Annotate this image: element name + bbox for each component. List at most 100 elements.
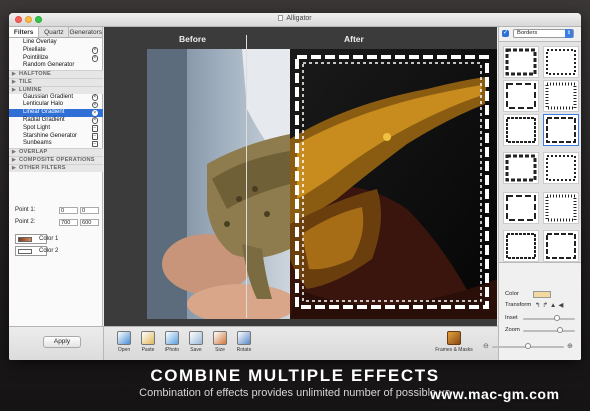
open-icon <box>117 331 131 345</box>
filter-category[interactable]: ▶ TILE <box>9 77 103 86</box>
document-icon <box>278 15 284 21</box>
filter-category[interactable]: ▶ COMPOSITE OPERATIONS <box>9 155 103 164</box>
filter-category[interactable]: ▶ LUMINE <box>9 85 103 94</box>
canvas-zoom-knob[interactable] <box>525 343 531 349</box>
border-style-select-value: Borders <box>517 30 538 36</box>
border-thumbnail[interactable] <box>503 114 539 146</box>
before-after-photo <box>147 49 497 319</box>
x-circle-icon[interactable]: × <box>91 117 98 124</box>
border-pattern-icon <box>506 195 536 221</box>
minus-box-icon[interactable]: − <box>91 140 98 148</box>
border-thumbnail[interactable] <box>543 80 579 112</box>
filter-list-item[interactable]: Pointillize × <box>9 55 103 63</box>
tab-quartz[interactable]: Quartz <box>39 27 70 37</box>
toolbar-rotate-button[interactable]: Rotate <box>233 331 255 353</box>
x-circle-icon[interactable]: × <box>91 55 98 62</box>
zoom-slider[interactable] <box>523 327 575 333</box>
filter-list: Line Overlay Pixellate × Pointillize × Random… <box>9 39 103 199</box>
filter-list-item[interactable]: Random Generator <box>9 62 103 70</box>
toolbar-iphoto-button[interactable]: iPhoto <box>161 331 183 353</box>
filter-item-label: Gaussian Gradient <box>23 93 74 100</box>
filter-list-item[interactable]: Lenticular Halo × <box>9 101 103 109</box>
border-thumbnail[interactable] <box>503 80 539 112</box>
zoom-slider-knob[interactable] <box>557 327 564 333</box>
border-thumbnail[interactable] <box>503 152 539 184</box>
border-thumbnail[interactable] <box>503 192 539 224</box>
border-thumbnail[interactable] <box>543 114 579 146</box>
toolbar-save-button[interactable]: Save <box>185 331 207 353</box>
filter-item-label: Random Generator <box>23 62 75 69</box>
filter-item-label: LUMINE <box>19 86 42 93</box>
toolbar-open-button[interactable]: Open <box>113 331 135 353</box>
borders-enabled-checkbox[interactable]: ✓ <box>502 30 509 37</box>
inset-slider[interactable] <box>523 315 575 321</box>
border-pattern-icon <box>545 194 577 222</box>
point1-y-field[interactable]: 0 <box>80 207 99 214</box>
border-pattern-icon <box>506 233 536 259</box>
border-pattern-icon <box>546 49 576 75</box>
filter-item-label: OTHER FILTERS <box>19 164 66 171</box>
after-label: After <box>344 34 364 44</box>
filter-list-item[interactable]: Pixellate × <box>9 47 103 55</box>
tab-generators[interactable]: Generators <box>69 27 103 37</box>
border-pattern-icon <box>546 117 576 143</box>
border-thumbnail[interactable] <box>503 46 539 78</box>
point1-x-field[interactable]: 0 <box>59 207 78 214</box>
inset-label: Inset <box>505 315 518 321</box>
tab-filters[interactable]: Filters <box>9 27 40 37</box>
x-circle-icon[interactable]: × <box>91 94 98 101</box>
transform-icons[interactable]: ↰↱▲◀ <box>535 301 565 309</box>
border-thumbnail[interactable] <box>543 192 579 224</box>
image-canvas[interactable]: Before After <box>104 27 497 326</box>
border-thumbnail[interactable] <box>503 230 539 262</box>
apply-button[interactable]: Apply <box>43 336 81 348</box>
filter-list-item[interactable]: Starshine Generator − <box>9 133 103 141</box>
border-thumbnail[interactable] <box>543 230 579 262</box>
x-circle-icon[interactable]: × <box>91 109 98 117</box>
frames-masks-button[interactable]: Frames & Masks <box>434 331 474 353</box>
border-pattern-icon <box>506 117 536 143</box>
filter-list-item[interactable]: Line Overlay <box>9 39 103 47</box>
filter-list-item[interactable]: Linear Gradient × <box>9 109 103 117</box>
toolbar-button-label: Open <box>117 347 131 353</box>
filter-list-item[interactable]: Spot Light − <box>9 125 103 133</box>
toolbar-paste-button[interactable]: Paste <box>137 331 159 353</box>
border-color-well[interactable] <box>533 291 551 298</box>
filter-item-label: Spot Light <box>23 124 51 131</box>
x-circle-icon[interactable]: × <box>91 101 98 109</box>
zoom-label: Zoom <box>505 327 520 333</box>
filter-item-label: OVERLAP <box>19 149 48 156</box>
filter-list-item[interactable]: Gaussian Gradient × <box>9 94 103 102</box>
zoom-out-icon[interactable]: ⊖ <box>483 342 489 350</box>
zoom-in-icon[interactable]: ⊕ <box>567 342 573 350</box>
minus-box-icon[interactable]: − <box>91 133 98 140</box>
before-after-divider[interactable] <box>246 35 247 318</box>
inset-slider-knob[interactable] <box>553 315 560 321</box>
canvas-zoom-slider[interactable] <box>492 343 564 349</box>
toolbar-button-label: Save <box>190 347 202 353</box>
filter-category[interactable]: ▶ OVERLAP <box>9 148 103 156</box>
filter-item-label: Linear Gradient <box>23 109 65 116</box>
before-label: Before <box>179 34 206 44</box>
filter-category[interactable]: ▶ HALFTONE <box>9 70 103 78</box>
disclosure-triangle-icon[interactable]: ▶ <box>12 165 16 173</box>
screenshot-stage: Alligator Filters Quartz Generators Line… <box>0 0 590 411</box>
point2-y-field[interactable]: 600 <box>80 219 99 226</box>
x-circle-icon[interactable]: × <box>91 47 98 54</box>
border-thumbnail[interactable] <box>543 152 579 184</box>
point2-x-field[interactable]: 700 <box>59 219 78 226</box>
filter-list-item[interactable]: Sunbeams − <box>9 140 103 148</box>
minus-box-icon[interactable]: − <box>91 125 98 132</box>
filter-item-label: Line Overlay <box>23 39 57 45</box>
toolbar-size-button[interactable]: Size <box>209 331 231 353</box>
point2-label: Point 2: <box>15 219 36 225</box>
border-pattern-icon <box>505 154 537 182</box>
borders-panel: ✓ Borders ⇕ Color Transform ↰↱▲◀ Inset Zo… <box>498 27 581 360</box>
border-style-select[interactable]: Borders ⇕ <box>513 29 574 38</box>
filter-category[interactable]: ▶ OTHER FILTERS <box>9 163 103 173</box>
toolbar-button-label: iPhoto <box>164 347 180 353</box>
filter-list-item[interactable]: Radial Gradient × <box>9 117 103 125</box>
color1-swatch <box>18 237 32 242</box>
border-thumbnail[interactable] <box>543 46 579 78</box>
save-icon <box>189 331 203 345</box>
